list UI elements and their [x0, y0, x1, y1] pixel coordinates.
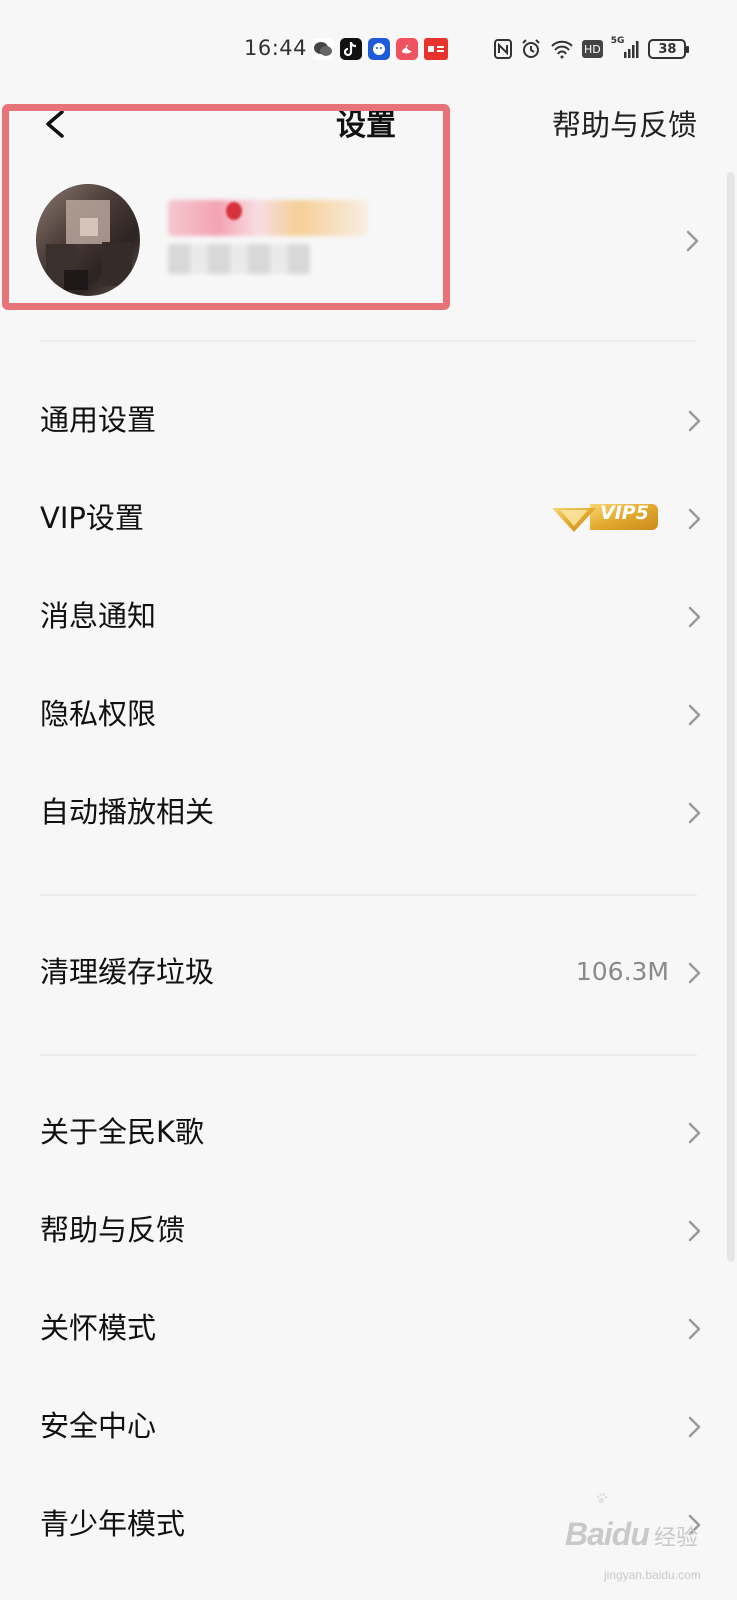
chevron-right-icon	[688, 802, 701, 824]
chevron-right-icon	[688, 1318, 701, 1340]
settings-item-label: 关怀模式	[40, 1311, 157, 1345]
settings-item-label: 清理缓存垃圾	[40, 955, 215, 989]
settings-item-label: 安全中心	[40, 1409, 157, 1443]
notification-app-icons	[312, 38, 448, 60]
vip-level: VIP5	[600, 502, 649, 524]
settings-item-vip[interactable]: VIP设置 VIP5	[0, 470, 737, 566]
scrollbar[interactable]	[727, 172, 735, 1262]
swan-icon	[396, 38, 418, 60]
baidu-paw-logo	[596, 1493, 608, 1504]
settings-item-label: 隐私权限	[40, 697, 157, 731]
settings-item-label: 青少年模式	[40, 1507, 186, 1541]
annotation-highlight-box	[2, 104, 450, 310]
divider	[40, 340, 697, 342]
divider	[40, 894, 697, 896]
settings-item-help-feedback[interactable]: 帮助与反馈	[0, 1182, 737, 1278]
douyin-icon	[340, 38, 362, 60]
watermark-text: Baidu	[565, 1516, 650, 1552]
alarm-icon	[520, 38, 542, 60]
status-time: 16:44	[244, 36, 308, 60]
chevron-right-icon	[688, 962, 701, 984]
help-feedback-link[interactable]: 帮助与反馈	[552, 102, 697, 144]
chevron-right-icon	[688, 704, 701, 726]
settings-item-general[interactable]: 通用设置	[0, 372, 737, 468]
chevron-right-icon	[688, 1416, 701, 1438]
chevron-right-icon	[688, 606, 701, 628]
settings-item-label: 关于全民K歌	[40, 1115, 205, 1149]
qq-icon	[368, 38, 390, 60]
chevron-right-icon	[688, 1122, 701, 1144]
system-icons: HD 5G 38	[494, 36, 690, 60]
battery-icon: 38	[648, 39, 690, 59]
signal-icon: 5G	[610, 36, 641, 60]
settings-item-clear-cache[interactable]: 清理缓存垃圾 106.3M	[0, 924, 737, 1020]
chevron-right-icon	[688, 508, 701, 530]
chevron-right-icon	[688, 410, 701, 432]
chevron-right-icon	[688, 1220, 701, 1242]
settings-item-label: 帮助与反馈	[40, 1213, 186, 1247]
settings-item-notifications[interactable]: 消息通知	[0, 568, 737, 664]
cache-size-value: 106.3M	[575, 957, 669, 986]
settings-item-care-mode[interactable]: 关怀模式	[0, 1280, 737, 1376]
wifi-icon	[550, 38, 574, 60]
watermark-url: jingyan.baidu.com	[604, 1568, 701, 1582]
settings-item-security-center[interactable]: 安全中心	[0, 1378, 737, 1474]
divider	[40, 1054, 697, 1056]
hd-icon: HD	[582, 40, 603, 58]
settings-item-label: 通用设置	[40, 403, 157, 437]
news-app-icon	[424, 38, 448, 60]
settings-item-label: 消息通知	[40, 599, 157, 633]
settings-item-about[interactable]: 关于全民K歌	[0, 1084, 737, 1180]
settings-item-autoplay[interactable]: 自动播放相关	[0, 764, 737, 860]
network-type: 5G	[610, 36, 625, 46]
chevron-right-icon	[686, 230, 699, 252]
watermark-suffix: 经验	[654, 1526, 699, 1551]
settings-item-privacy[interactable]: 隐私权限	[0, 666, 737, 762]
nfc-icon	[494, 38, 512, 60]
wechat-icon	[312, 38, 334, 60]
settings-item-label: VIP设置	[40, 501, 144, 535]
settings-item-label: 自动播放相关	[40, 795, 215, 829]
status-bar: 16:44 HD 5G 38	[0, 0, 737, 100]
